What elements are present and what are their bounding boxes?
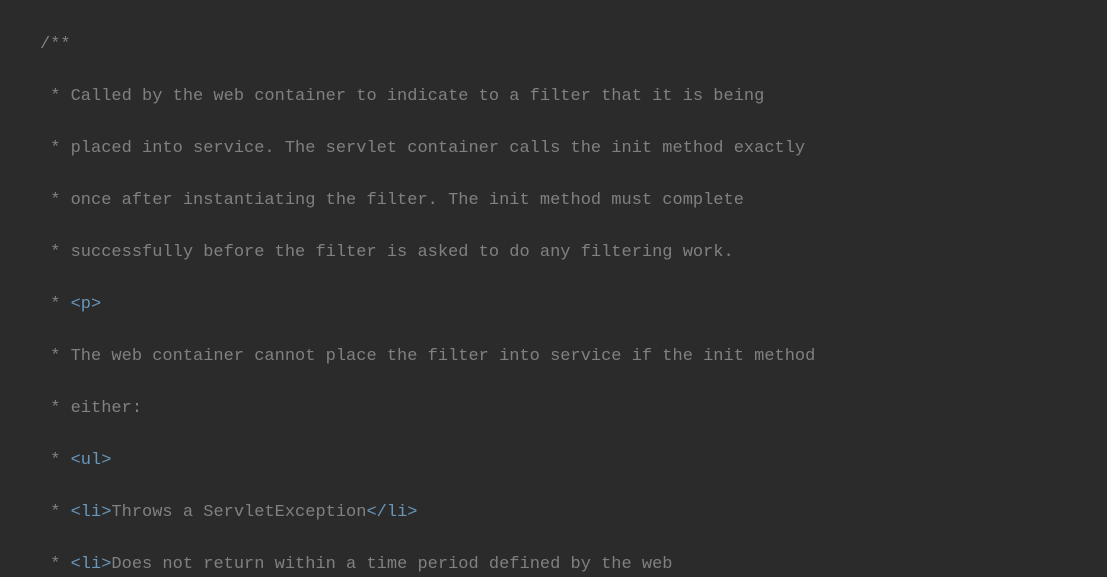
javadoc-text: Throws a ServletException bbox=[111, 503, 366, 522]
html-tag-li-close: </li> bbox=[366, 503, 417, 522]
javadoc-star: * bbox=[40, 451, 71, 470]
javadoc-line: * once after instantiating the filter. T… bbox=[40, 191, 744, 210]
javadoc-open: /** bbox=[40, 35, 71, 54]
html-tag-li-open: <li> bbox=[71, 503, 112, 522]
html-tag-ul: <ul> bbox=[71, 451, 112, 470]
javadoc-star: * bbox=[40, 295, 71, 314]
javadoc-line: * Called by the web container to indicat… bbox=[40, 87, 764, 106]
javadoc-line: * either: bbox=[40, 399, 142, 418]
javadoc-line: * placed into service. The servlet conta… bbox=[40, 139, 805, 158]
javadoc-line: * The web container cannot place the fil… bbox=[40, 347, 815, 366]
javadoc-line: * successfully before the filter is aske… bbox=[40, 243, 734, 262]
html-tag-p: <p> bbox=[71, 295, 102, 314]
javadoc-star: * bbox=[40, 503, 71, 522]
javadoc-text: Does not return within a time period def… bbox=[111, 555, 672, 574]
javadoc-star: * bbox=[40, 555, 71, 574]
html-tag-li-open: <li> bbox=[71, 555, 112, 574]
code-editor[interactable]: /** * Called by the web container to ind… bbox=[0, 0, 1107, 577]
